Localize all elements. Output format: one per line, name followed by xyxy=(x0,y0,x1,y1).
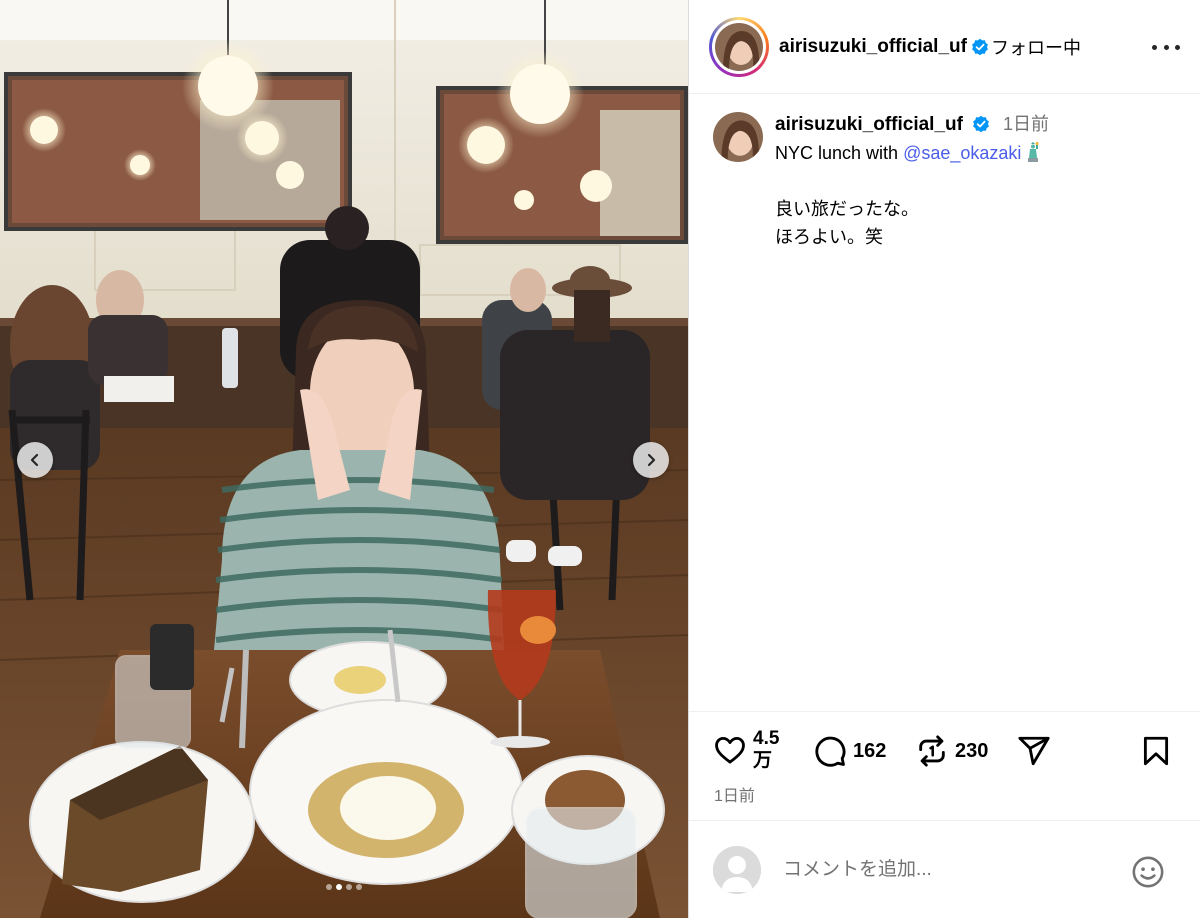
carousel-dot xyxy=(356,884,362,890)
caption-username[interactable]: airisuzuki_official_uf xyxy=(775,114,963,135)
comment-input[interactable] xyxy=(783,858,1113,881)
bookmark-icon xyxy=(1143,736,1169,766)
verified-badge-icon xyxy=(973,115,989,133)
share-icon xyxy=(1018,736,1050,766)
repost-count: 230 xyxy=(955,739,989,762)
carousel-dot xyxy=(326,884,332,890)
carousel-dot xyxy=(346,884,352,890)
restaurant-photo xyxy=(0,0,688,918)
repost-button[interactable]: 230 xyxy=(915,734,988,768)
save-button[interactable] xyxy=(1139,734,1173,768)
caption-timestamp[interactable]: 1日前 xyxy=(1003,114,1049,134)
post-photo[interactable] xyxy=(0,0,688,918)
heart-icon xyxy=(715,736,745,764)
post-panel: airisuzuki_official_uf フォロー中 airisuzuki_… xyxy=(688,0,1200,918)
emoji-icon[interactable] xyxy=(1131,855,1165,889)
profile-photo-icon xyxy=(715,22,763,71)
comment-count: 162 xyxy=(853,739,887,762)
comment-button[interactable]: 162 xyxy=(813,734,886,768)
post-timestamp[interactable]: 1日前 xyxy=(714,782,755,806)
current-user-avatar xyxy=(713,845,761,894)
post-header: airisuzuki_official_uf フォロー中 xyxy=(689,0,1200,94)
more-icon[interactable] xyxy=(1152,35,1180,59)
default-avatar-icon xyxy=(713,845,761,894)
header-username[interactable]: airisuzuki_official_uf xyxy=(779,36,967,58)
caption: airisuzuki_official_uf 1日前 NYC lunch wit… xyxy=(713,110,1180,251)
caption-text: NYC lunch with xyxy=(775,143,904,163)
like-count-unit: 万 xyxy=(753,750,773,771)
action-bar: 4.5 万 162 230 1日前 xyxy=(689,711,1200,805)
mention-link[interactable]: @sae_okazaki xyxy=(903,143,1021,163)
verified-badge-icon xyxy=(972,38,988,55)
profile-photo-icon xyxy=(713,112,763,162)
caption-body: airisuzuki_official_uf 1日前 NYC lunch wit… xyxy=(775,110,1049,251)
caption-avatar[interactable] xyxy=(713,112,763,162)
following-button[interactable]: フォロー中 xyxy=(991,34,1081,60)
like-count[interactable]: 4.5 xyxy=(753,728,779,749)
caption-text: 良い旅だったな。 xyxy=(775,199,919,219)
carousel-dot xyxy=(336,884,342,890)
header-avatar[interactable] xyxy=(709,16,769,77)
like-button[interactable]: 4.5 万 xyxy=(713,728,787,772)
comment-icon xyxy=(815,736,846,767)
statue-of-liberty-emoji xyxy=(1028,142,1040,162)
carousel-prev-button[interactable] xyxy=(17,442,53,478)
share-button[interactable] xyxy=(1017,734,1051,768)
chevron-left-icon xyxy=(30,453,39,467)
repost-icon xyxy=(919,735,945,767)
carousel-indicator xyxy=(0,884,688,890)
caption-text: ほろよい。笑 xyxy=(775,227,883,247)
comment-bar xyxy=(689,820,1200,918)
chevron-right-icon xyxy=(647,453,656,467)
carousel-next-button[interactable] xyxy=(633,442,669,478)
